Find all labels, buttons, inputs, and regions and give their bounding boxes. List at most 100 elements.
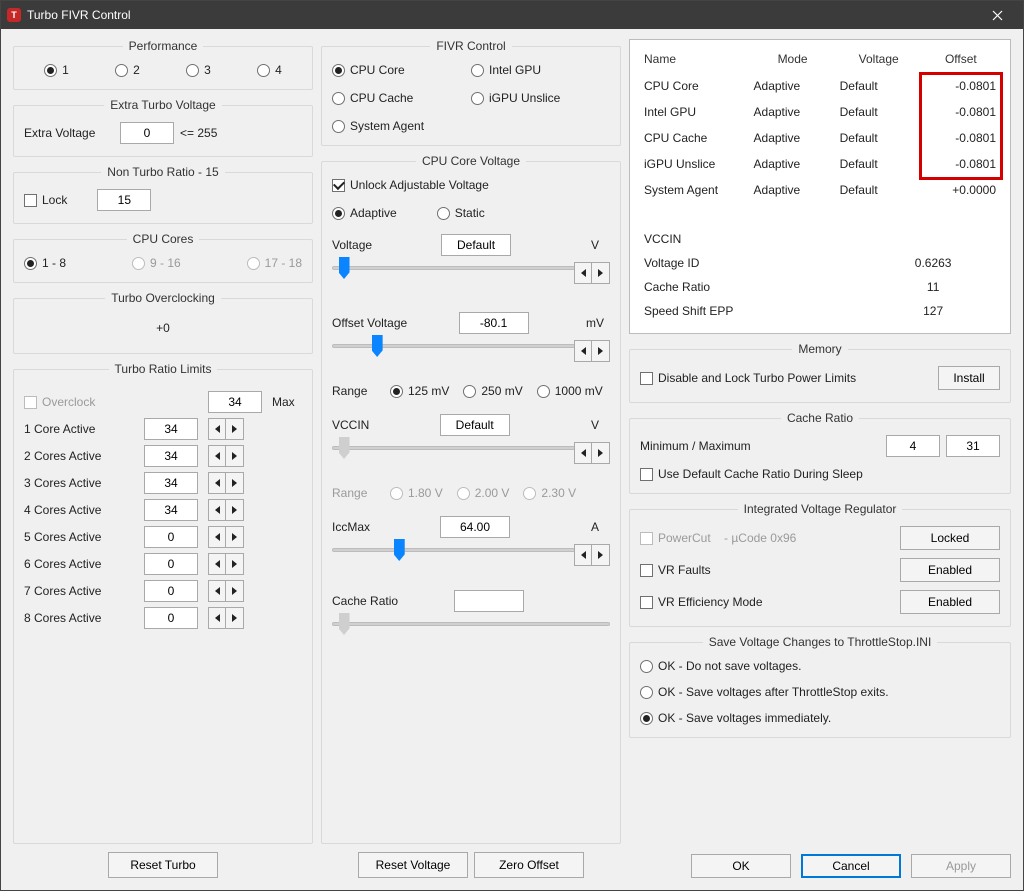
save-title: Save Voltage Changes to ThrottleStop.INI — [703, 635, 938, 649]
ratio-dec-button[interactable] — [208, 607, 226, 629]
lock-checkbox[interactable]: Lock — [24, 193, 67, 207]
ratio-input[interactable] — [144, 526, 198, 548]
save-option-radio[interactable]: OK - Save voltages immediately. — [640, 711, 1000, 725]
cancel-button[interactable]: Cancel — [801, 854, 901, 878]
ratio-input[interactable] — [144, 472, 198, 494]
window-title: Turbo FIVR Control — [27, 8, 131, 22]
voltage-slider[interactable] — [332, 266, 610, 270]
ratio-inc-button[interactable] — [226, 499, 244, 521]
vr-faults-checkbox[interactable]: VR Faults — [640, 563, 711, 577]
fivr-radio[interactable]: System Agent — [332, 119, 471, 133]
ratio-inc-button[interactable] — [226, 553, 244, 575]
cache-ratio-min-input[interactable] — [886, 435, 940, 457]
iccmax-dec-button[interactable] — [574, 544, 592, 566]
ratio-label: 6 Cores Active — [24, 557, 134, 571]
use-default-cache-checkbox[interactable]: Use Default Cache Ratio During Sleep — [640, 467, 1000, 481]
ratio-dec-button[interactable] — [208, 445, 226, 467]
ratio-inc-button[interactable] — [226, 607, 244, 629]
cache-ratio-max-input[interactable] — [946, 435, 1000, 457]
ratio-inc-button[interactable] — [226, 445, 244, 467]
offset-inc-button[interactable] — [592, 340, 610, 362]
save-option-radio[interactable]: OK - Do not save voltages. — [640, 659, 1000, 673]
ratio-dec-button[interactable] — [208, 472, 226, 494]
ratio-input[interactable] — [144, 607, 198, 629]
ivr-locked-button[interactable]: Locked — [900, 526, 1000, 550]
ok-button[interactable]: OK — [691, 854, 791, 878]
turbo-limits-title: Turbo Ratio Limits — [109, 362, 218, 376]
turbo-ratio-row: 8 Cores Active — [24, 607, 302, 629]
ratio-input[interactable] — [144, 580, 198, 602]
offset-dec-button[interactable] — [574, 340, 592, 362]
table-header-voltage: Voltage — [836, 46, 922, 72]
install-button[interactable]: Install — [938, 366, 1000, 390]
iccmax-input[interactable] — [440, 516, 510, 538]
memory-title: Memory — [792, 342, 847, 356]
fivr-radio[interactable]: Intel GPU — [471, 63, 610, 77]
ratio-label: 8 Cores Active — [24, 611, 134, 625]
offset-slider[interactable] — [332, 344, 610, 348]
ratio-inc-button[interactable] — [226, 472, 244, 494]
disable-lock-checkbox[interactable]: Disable and Lock Turbo Power Limits — [640, 371, 856, 385]
iccmax-inc-button[interactable] — [592, 544, 610, 566]
non-turbo-input[interactable] — [97, 189, 151, 211]
vccin-range-radio: 2.00 V — [457, 486, 510, 500]
cpu-cores-group: CPU Cores 1 - 89 - 1617 - 18 — [13, 232, 313, 283]
performance-radio-1[interactable]: 1 — [44, 63, 69, 77]
offset-range-radio[interactable]: 250 mV — [463, 384, 522, 398]
save-group: Save Voltage Changes to ThrottleStop.INI… — [629, 635, 1011, 738]
iccmax-slider[interactable] — [332, 548, 610, 552]
ratio-input[interactable] — [144, 445, 198, 467]
fivr-radio[interactable]: iGPU Unslice — [471, 91, 610, 105]
cpu-cores-radio[interactable]: 1 - 8 — [24, 256, 66, 270]
ratio-dec-button[interactable] — [208, 418, 226, 440]
ivr-title: Integrated Voltage Regulator — [738, 502, 903, 516]
voltage-dec-button[interactable] — [574, 262, 592, 284]
cache-ratio-slider[interactable] — [332, 622, 610, 626]
ratio-dec-button[interactable] — [208, 553, 226, 575]
voltage-mode-radio[interactable]: Adaptive — [332, 206, 397, 220]
ivr-eff-button[interactable]: Enabled — [900, 590, 1000, 614]
vr-efficiency-checkbox[interactable]: VR Efficiency Mode — [640, 595, 763, 609]
core-cache-ratio-input[interactable] — [454, 590, 524, 612]
max-ratio-input[interactable] — [208, 391, 262, 413]
ratio-input[interactable] — [144, 553, 198, 575]
offset-input[interactable] — [459, 312, 529, 334]
ratio-inc-button[interactable] — [226, 418, 244, 440]
performance-radio-2[interactable]: 2 — [115, 63, 140, 77]
offset-range-radio[interactable]: 1000 mV — [537, 384, 603, 398]
vccin-slider[interactable] — [332, 446, 610, 450]
ratio-dec-button[interactable] — [208, 526, 226, 548]
cpu-cores-radio: 9 - 16 — [132, 256, 181, 270]
ratio-dec-button[interactable] — [208, 580, 226, 602]
ratio-inc-button[interactable] — [226, 580, 244, 602]
voltage-mode-radio[interactable]: Static — [437, 206, 485, 220]
save-option-radio[interactable]: OK - Save voltages after ThrottleStop ex… — [640, 685, 1000, 699]
fivr-radio[interactable]: CPU Core — [332, 63, 471, 77]
performance-radio-4[interactable]: 4 — [257, 63, 282, 77]
vccin-inc-button[interactable] — [592, 442, 610, 464]
offset-range-radio[interactable]: 125 mV — [390, 384, 449, 398]
performance-radio-3[interactable]: 3 — [186, 63, 211, 77]
app-window: T Turbo FIVR Control Performance 1234 Ex… — [0, 0, 1024, 891]
table-row: Intel GPUAdaptiveDefault-0.0801 — [640, 99, 1000, 125]
extra-voltage-input[interactable] — [120, 122, 174, 144]
ratio-input[interactable] — [144, 499, 198, 521]
table-row: CPU CoreAdaptiveDefault-0.0801 — [640, 73, 1000, 99]
ratio-dec-button[interactable] — [208, 499, 226, 521]
vccin-input[interactable] — [440, 414, 510, 436]
unlock-checkbox[interactable]: Unlock Adjustable Voltage — [332, 178, 610, 192]
voltage-inc-button[interactable] — [592, 262, 610, 284]
zero-offset-button[interactable]: Zero Offset — [474, 852, 584, 878]
apply-button[interactable]: Apply — [911, 854, 1011, 878]
core-cache-ratio-label: Cache Ratio — [332, 594, 398, 608]
reset-turbo-button[interactable]: Reset Turbo — [108, 852, 218, 878]
reset-voltage-button[interactable]: Reset Voltage — [358, 852, 468, 878]
vccin-dec-button[interactable] — [574, 442, 592, 464]
voltage-input[interactable] — [441, 234, 511, 256]
close-button[interactable] — [977, 1, 1017, 29]
fivr-radio[interactable]: CPU Cache — [332, 91, 471, 105]
ratio-inc-button[interactable] — [226, 526, 244, 548]
cache-ratio-minmax-label: Minimum / Maximum — [640, 439, 751, 453]
ratio-input[interactable] — [144, 418, 198, 440]
ivr-faults-button[interactable]: Enabled — [900, 558, 1000, 582]
